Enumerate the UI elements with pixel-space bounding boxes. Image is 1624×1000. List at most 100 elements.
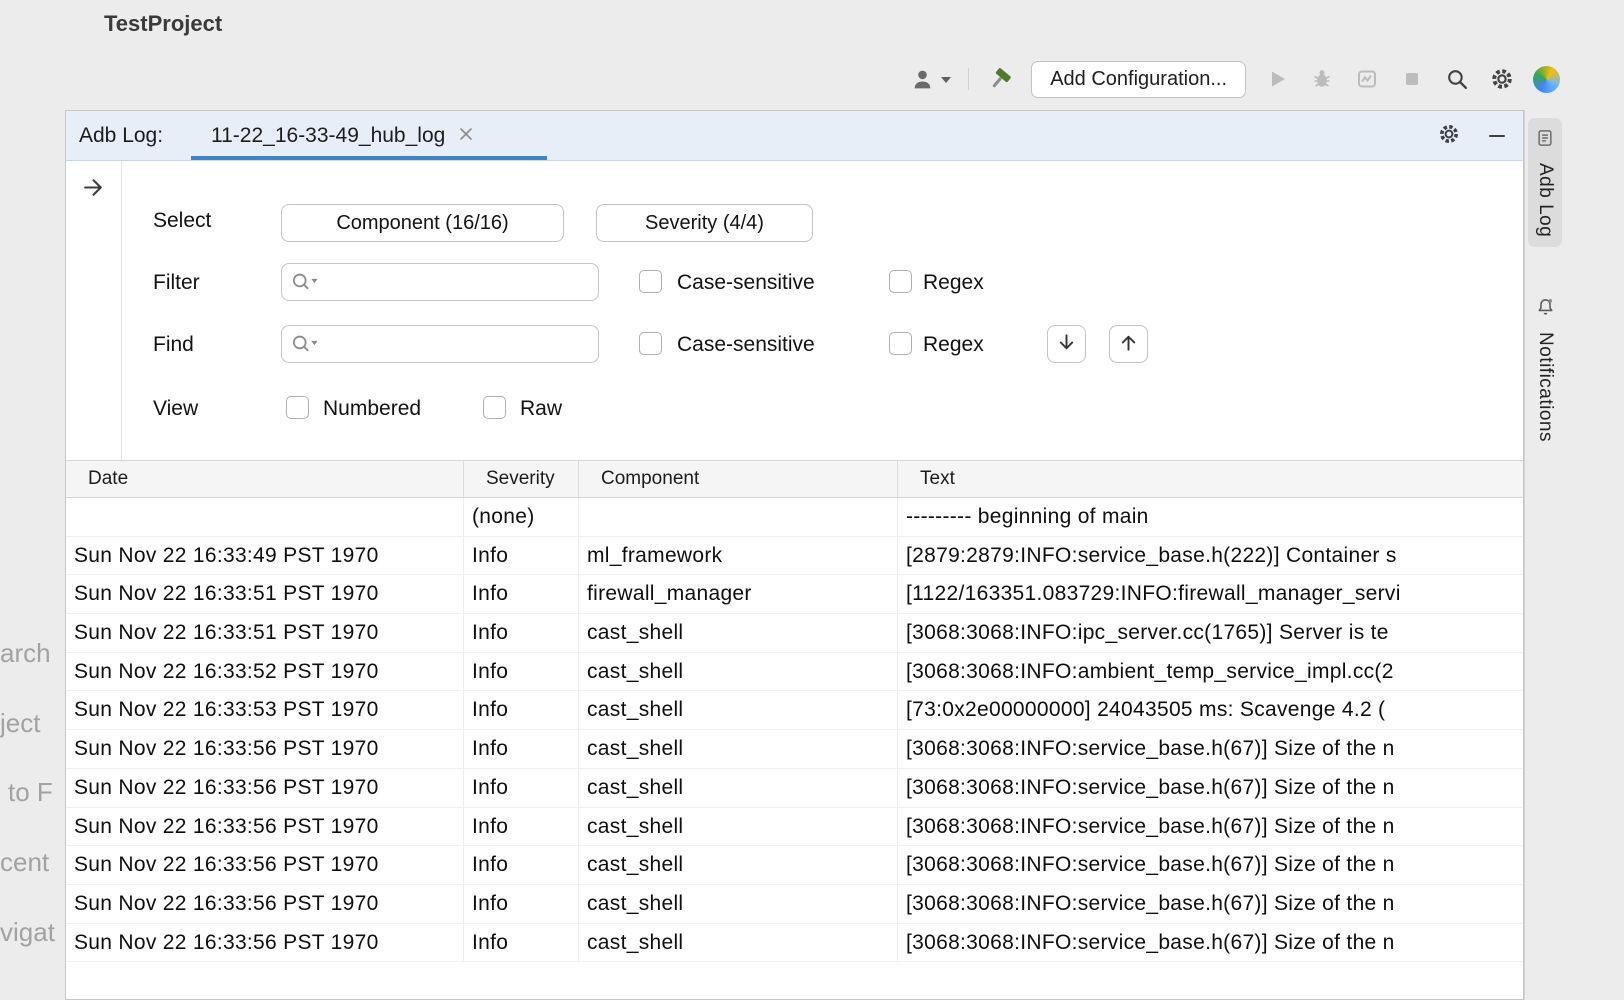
cell-severity: Info <box>464 575 579 613</box>
table-row[interactable]: Sun Nov 22 16:33:51 PST 1970Infocast_she… <box>66 614 1523 653</box>
find-regex-label[interactable]: Regex <box>923 333 984 357</box>
severity-filter-button[interactable]: Severity (4/4) <box>596 204 813 242</box>
filters-panel: Select Component (16/16) Severity (4/4) … <box>66 161 1523 460</box>
cell-component: cast_shell <box>579 846 898 884</box>
stop-icon[interactable] <box>1398 65 1426 93</box>
cell-text: [3068:3068:INFO:ambient_temp_service_imp… <box>898 653 1523 691</box>
title-bar: TestProject Add Configuration... <box>0 0 1624 105</box>
find-previous-button[interactable] <box>1109 325 1148 363</box>
arrow-up-icon <box>1117 331 1140 357</box>
cell-text: [3068:3068:INFO:service_base.h(67)] Size… <box>898 730 1523 768</box>
cell-severity: Info <box>464 924 579 962</box>
table-row[interactable]: Sun Nov 22 16:33:53 PST 1970Infocast_she… <box>66 691 1523 730</box>
filter-case-sensitive-checkbox[interactable] <box>639 270 662 293</box>
cell-date: Sun Nov 22 16:33:53 PST 1970 <box>66 691 464 729</box>
stripe-adb-log-label: Adb Log <box>1534 163 1556 237</box>
build-hammer-icon[interactable] <box>986 65 1014 93</box>
cell-date: Sun Nov 22 16:33:56 PST 1970 <box>66 846 464 884</box>
cell-component: cast_shell <box>579 885 898 923</box>
cell-severity: Info <box>464 537 579 575</box>
cell-severity: Info <box>464 730 579 768</box>
find-next-button[interactable] <box>1047 325 1086 363</box>
find-regex-checkbox[interactable] <box>889 332 912 355</box>
numbered-checkbox[interactable] <box>286 396 309 419</box>
cell-component: cast_shell <box>579 730 898 768</box>
column-header-component[interactable]: Component <box>579 461 898 497</box>
column-header-text[interactable]: Text <box>898 461 1523 497</box>
cell-component: cast_shell <box>579 808 898 846</box>
toolwindow-settings-gear-icon[interactable] <box>1437 122 1461 151</box>
cell-component: cast_shell <box>579 691 898 729</box>
cell-severity: Info <box>464 653 579 691</box>
background-text-fragment: vigat <box>0 917 55 948</box>
debug-icon[interactable] <box>1308 65 1336 93</box>
raw-checkbox[interactable] <box>483 396 506 419</box>
table-row[interactable]: Sun Nov 22 16:33:56 PST 1970Infocast_she… <box>66 769 1523 808</box>
user-avatar-button[interactable] <box>908 65 951 93</box>
cell-component: cast_shell <box>579 614 898 652</box>
table-row[interactable]: Sun Nov 22 16:33:56 PST 1970Infocast_she… <box>66 885 1523 924</box>
cell-date <box>66 498 464 536</box>
stripe-tab-notifications[interactable]: Notifications <box>1528 286 1562 452</box>
background-text-fragment: cent <box>0 847 49 878</box>
cell-component: cast_shell <box>579 653 898 691</box>
run-icon[interactable] <box>1263 65 1291 93</box>
log-tab[interactable]: 11-22_16-33-49_hub_log <box>191 111 493 161</box>
cell-text: [1122/163351.083729:INFO:firewall_manage… <box>898 575 1523 613</box>
cell-date: Sun Nov 22 16:33:56 PST 1970 <box>66 769 464 807</box>
close-icon[interactable] <box>459 127 473 146</box>
profiler-icon[interactable] <box>1353 65 1381 93</box>
arrow-right-icon[interactable] <box>81 175 106 205</box>
cell-component <box>579 498 898 536</box>
find-case-sensitive-checkbox[interactable] <box>639 332 662 355</box>
numbered-label[interactable]: Numbered <box>323 397 421 421</box>
table-row[interactable]: (none)--------- beginning of main <box>66 498 1523 537</box>
table-row[interactable]: Sun Nov 22 16:33:51 PST 1970Infofirewall… <box>66 575 1523 614</box>
column-header-severity[interactable]: Severity <box>464 461 579 497</box>
cell-text: [3068:3068:INFO:service_base.h(67)] Size… <box>898 846 1523 884</box>
filter-search-field <box>281 263 599 301</box>
hide-toolwindow-icon[interactable] <box>1489 135 1505 138</box>
filter-regex-checkbox[interactable] <box>889 270 912 293</box>
cell-component: cast_shell <box>579 769 898 807</box>
table-row[interactable]: Sun Nov 22 16:33:56 PST 1970Infocast_she… <box>66 924 1523 963</box>
log-table: Date Severity Component Text (none)-----… <box>66 460 1523 999</box>
cell-date: Sun Nov 22 16:33:51 PST 1970 <box>66 575 464 613</box>
cell-component: ml_framework <box>579 537 898 575</box>
column-header-date[interactable]: Date <box>66 461 464 497</box>
cell-text: [3068:3068:INFO:service_base.h(67)] Size… <box>898 769 1523 807</box>
log-table-header: Date Severity Component Text <box>66 460 1523 498</box>
find-input[interactable] <box>281 325 599 363</box>
table-row[interactable]: Sun Nov 22 16:33:49 PST 1970Infoml_frame… <box>66 537 1523 576</box>
search-icon[interactable] <box>1443 65 1471 93</box>
colorful-app-icon[interactable] <box>1533 66 1560 93</box>
background-text-fragment: ject <box>0 708 40 739</box>
settings-gear-icon[interactable] <box>1488 65 1516 93</box>
right-toolwindow-stripe: Adb Log Notifications <box>1524 110 1564 1000</box>
table-row[interactable]: Sun Nov 22 16:33:56 PST 1970Infocast_she… <box>66 846 1523 885</box>
add-configuration-button[interactable]: Add Configuration... <box>1031 61 1246 98</box>
table-row[interactable]: Sun Nov 22 16:33:56 PST 1970Infocast_she… <box>66 730 1523 769</box>
filter-regex-label[interactable]: Regex <box>923 271 984 295</box>
table-row[interactable]: Sun Nov 22 16:33:56 PST 1970Infocast_she… <box>66 808 1523 847</box>
raw-label[interactable]: Raw <box>520 397 562 421</box>
filter-input[interactable] <box>281 263 599 301</box>
find-label: Find <box>153 333 194 357</box>
stripe-tab-adb-log[interactable]: Adb Log <box>1528 118 1562 247</box>
cell-date: Sun Nov 22 16:33:56 PST 1970 <box>66 885 464 923</box>
component-filter-button[interactable]: Component (16/16) <box>281 204 564 242</box>
table-row[interactable]: Sun Nov 22 16:33:52 PST 1970Infocast_she… <box>66 653 1523 692</box>
find-case-sensitive-label[interactable]: Case-sensitive <box>677 333 815 357</box>
cell-date: Sun Nov 22 16:33:51 PST 1970 <box>66 614 464 652</box>
cell-component: firewall_manager <box>579 575 898 613</box>
filter-case-sensitive-label[interactable]: Case-sensitive <box>677 271 815 295</box>
arrow-down-icon <box>1055 331 1078 357</box>
cell-component: cast_shell <box>579 924 898 962</box>
toolwindow-title: Adb Log: <box>79 111 163 161</box>
view-label: View <box>153 397 198 421</box>
adb-log-document-icon <box>1535 128 1555 153</box>
cell-severity: (none) <box>464 498 579 536</box>
cell-severity: Info <box>464 769 579 807</box>
user-avatar-icon <box>908 65 936 93</box>
notifications-bell-icon <box>1535 296 1556 322</box>
